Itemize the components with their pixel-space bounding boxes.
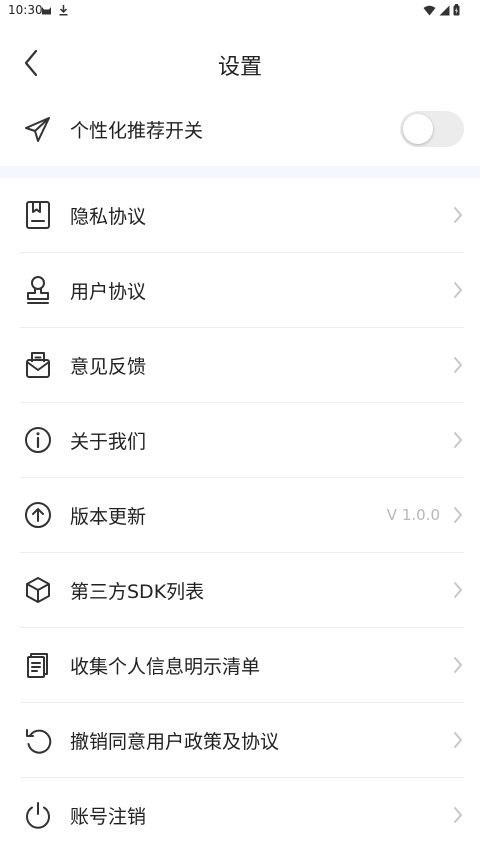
- settings-item-about-us[interactable]: 关于我们: [0, 403, 480, 478]
- settings-item-label: 隐私协议: [70, 206, 147, 228]
- settings-item-label: 账号注销: [70, 806, 147, 828]
- undo-icon: [20, 722, 56, 758]
- toggle-knob: [403, 114, 433, 144]
- chevron-right-icon: [454, 282, 462, 298]
- chevron-right-icon: [454, 432, 462, 448]
- settings-item-version-update[interactable]: 版本更新 V 1.0.0: [0, 478, 480, 553]
- cellular-signal-icon: [439, 5, 450, 15]
- settings-item-third-party-sdk[interactable]: 第三方SDK列表: [0, 553, 480, 628]
- settings-item-label: 意见反馈: [70, 356, 147, 378]
- recommend-toggle-label: 个性化推荐开关: [70, 120, 204, 142]
- upload-arrow-icon: [20, 497, 56, 533]
- download-notification-icon: [59, 5, 68, 16]
- recommend-toggle-row: 个性化推荐开关: [0, 104, 480, 156]
- header: 设置: [0, 40, 480, 86]
- wifi-icon: [423, 5, 436, 15]
- status-time: 10:30: [8, 3, 43, 17]
- power-icon: [20, 797, 56, 833]
- settings-item-privacy-policy[interactable]: 隐私协议: [0, 178, 480, 253]
- chevron-right-icon: [454, 357, 462, 373]
- settings-item-label: 收集个人信息明示清单: [70, 656, 261, 678]
- chevron-right-icon: [454, 732, 462, 748]
- status-system-icons: [423, 4, 460, 16]
- info-icon: [20, 422, 56, 458]
- cat-notification-icon: [42, 6, 51, 14]
- settings-item-label: 撤销同意用户政策及协议: [70, 731, 280, 753]
- settings-item-label: 版本更新: [70, 506, 147, 528]
- settings-list: 隐私协议 用户协议 意见反馈 关于我们 版本更新 V 1.0.0 第三方SDK列…: [0, 178, 480, 853]
- recommend-toggle-switch[interactable]: [400, 111, 464, 147]
- settings-item-label: 用户协议: [70, 281, 147, 303]
- settings-item-personal-info-list[interactable]: 收集个人信息明示清单: [0, 628, 480, 703]
- cube-icon: [20, 572, 56, 608]
- chevron-right-icon: [454, 582, 462, 598]
- chevron-right-icon: [454, 207, 462, 223]
- page-title: 设置: [217, 55, 262, 80]
- stamp-icon: [20, 272, 56, 308]
- settings-item-label: 第三方SDK列表: [70, 581, 205, 603]
- settings-item-feedback[interactable]: 意见反馈: [0, 328, 480, 403]
- paper-plane-icon: [20, 111, 56, 147]
- chevron-right-icon: [454, 507, 462, 523]
- document-list-icon: [20, 647, 56, 683]
- version-number: V 1.0.0: [386, 506, 440, 524]
- section-divider: [0, 166, 480, 178]
- settings-item-label: 关于我们: [70, 431, 147, 453]
- feedback-mail-icon: [20, 347, 56, 383]
- status-bar: 10:30: [0, 0, 480, 22]
- settings-item-account-deletion[interactable]: 账号注销: [0, 778, 480, 853]
- settings-item-revoke-consent[interactable]: 撤销同意用户政策及协议: [0, 703, 480, 778]
- privacy-doc-icon: [20, 197, 56, 233]
- battery-icon: [453, 4, 460, 16]
- settings-item-user-agreement[interactable]: 用户协议: [0, 253, 480, 328]
- chevron-right-icon: [454, 657, 462, 673]
- status-notification-icons: [41, 4, 69, 16]
- chevron-right-icon: [454, 807, 462, 823]
